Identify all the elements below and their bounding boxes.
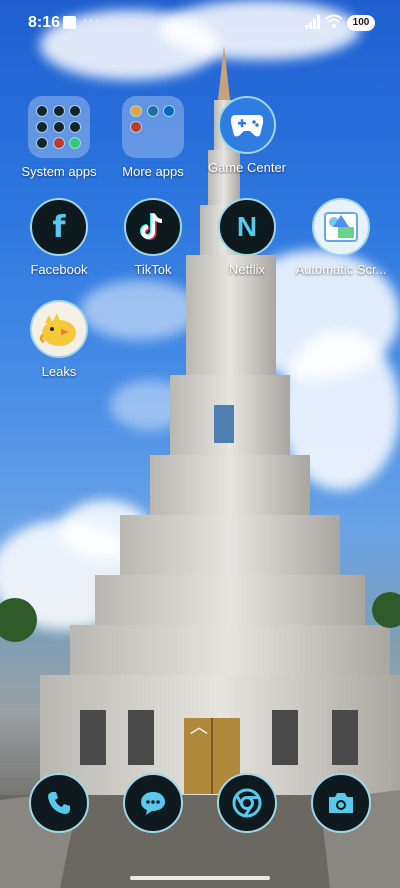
app-label: TikTok (134, 262, 172, 277)
facebook-icon: f (30, 198, 88, 256)
notification-icon (63, 16, 76, 29)
system-apps-folder[interactable]: System apps (12, 96, 106, 179)
app-label: Automatic Scr... (295, 262, 387, 277)
camera-icon (329, 793, 353, 813)
cellular-signal-icon (305, 15, 320, 29)
clock: 8:16 (28, 14, 61, 31)
screenshot-icon (312, 198, 370, 256)
netflix-app[interactable]: N Netflix (200, 198, 294, 277)
gamepad-icon (218, 96, 276, 154)
app-label: Netflix (228, 262, 266, 277)
folder-icon (28, 96, 90, 158)
tiktok-app[interactable]: TikTok (106, 198, 200, 277)
bird-icon (30, 300, 88, 358)
status-bar: 8:16 ··· 100 (0, 0, 400, 44)
chevron-up-icon[interactable]: ︿ (190, 713, 208, 739)
folder-icon (122, 96, 184, 158)
messages-icon (141, 792, 165, 815)
facebook-app[interactable]: f Facebook (12, 198, 106, 277)
wifi-icon (325, 14, 343, 28)
battery-indicator: 100 (347, 15, 375, 31)
leaks-app[interactable]: Leaks (12, 300, 106, 379)
app-label: Leaks (41, 364, 77, 379)
app-label: System apps (21, 164, 97, 179)
netflix-icon: N (218, 198, 276, 256)
app-label: Facebook (30, 262, 88, 277)
chrome-dock-button[interactable] (217, 773, 277, 833)
automatic-screenshot-app[interactable]: Automatic Scr... (294, 198, 388, 277)
phone-icon (48, 792, 70, 814)
app-label: Game Center (207, 160, 287, 175)
camera-dock-button[interactable] (311, 773, 371, 833)
messages-dock-button[interactable] (123, 773, 183, 833)
app-label: More apps (122, 164, 184, 179)
phone-dock-button[interactable] (29, 773, 89, 833)
more-apps-folder[interactable]: More apps (106, 96, 200, 179)
chrome-icon (232, 788, 262, 818)
more-notifications-icon: ··· (82, 12, 101, 29)
game-center-app[interactable]: Game Center (200, 96, 294, 175)
home-indicator[interactable] (130, 876, 270, 880)
tiktok-icon (124, 198, 182, 256)
